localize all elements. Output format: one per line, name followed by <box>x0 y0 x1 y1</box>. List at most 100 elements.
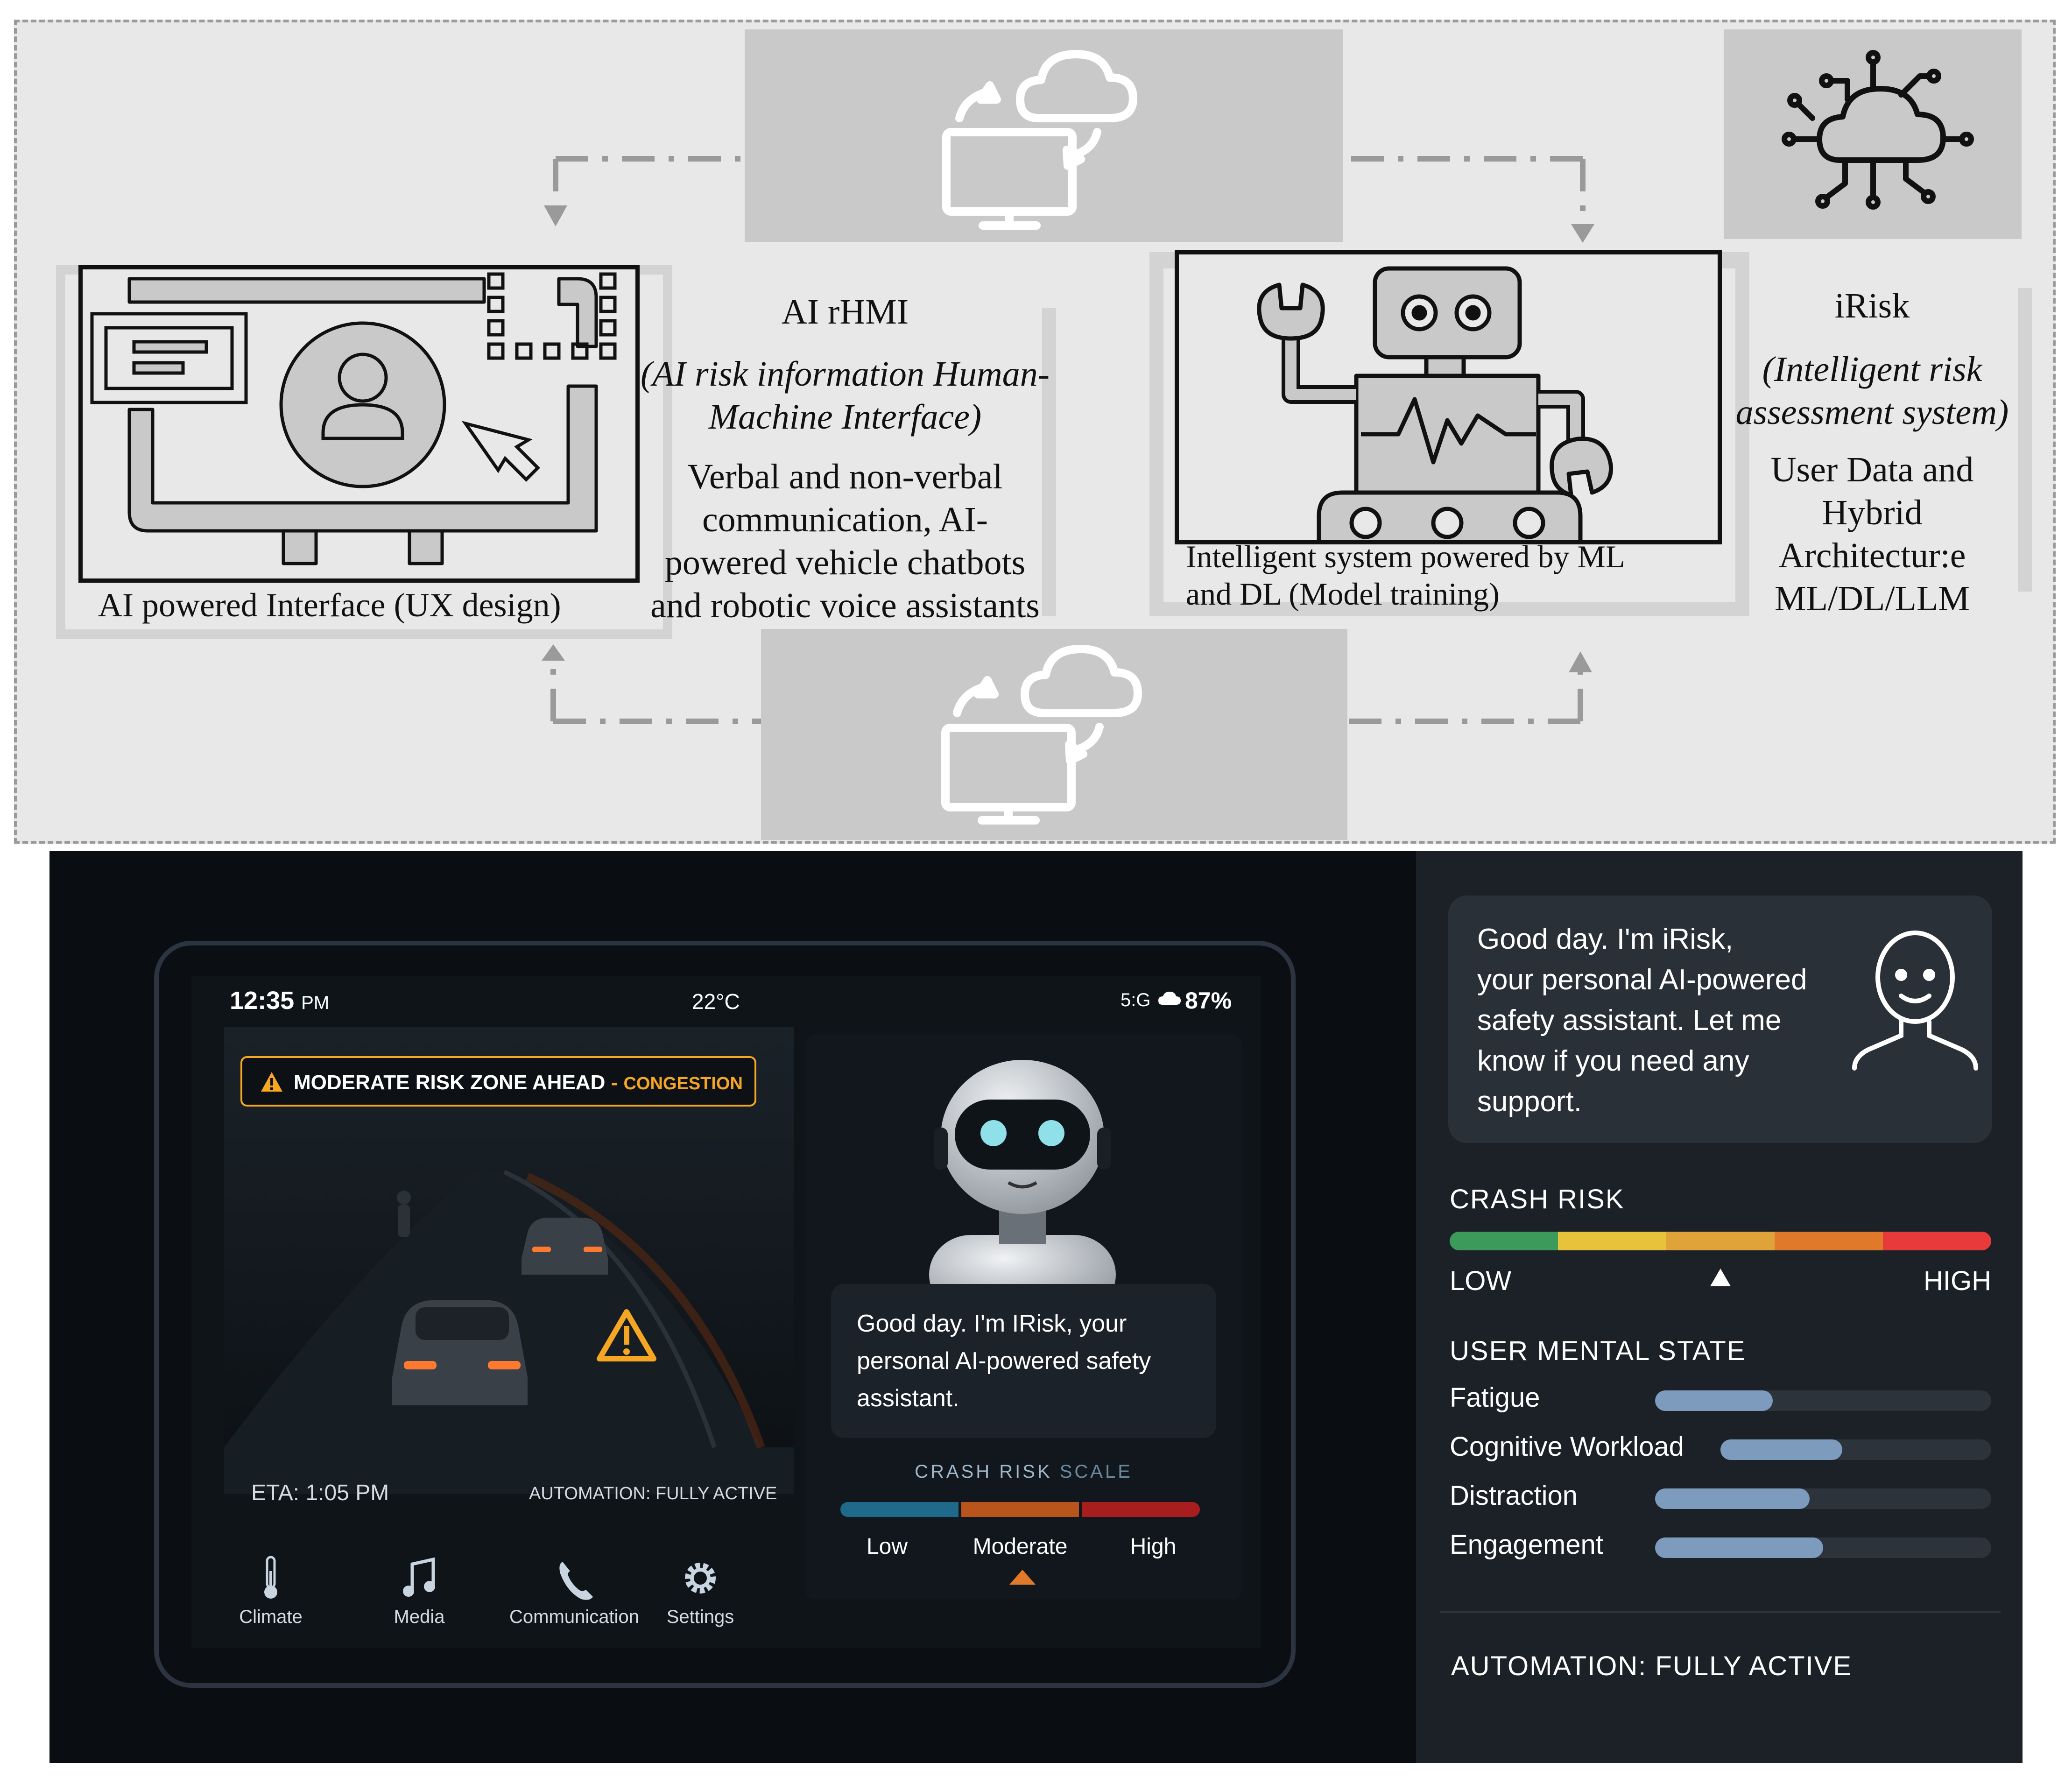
assistant-pane: Good day. I'm IRisk, your personal AI-po… <box>805 1034 1242 1599</box>
rhmi-subtitle-line2: Machine Interface) <box>708 397 982 437</box>
scale-segment-moderate <box>961 1502 1079 1517</box>
phone-icon <box>559 1562 593 1600</box>
mental-state-metrics: Fatigue Cognitive Workload Distraction E… <box>1450 1382 1991 1587</box>
risk-high-label: HIGH <box>1924 1266 1991 1296</box>
nav-media[interactable]: Media <box>382 1555 457 1628</box>
ux-monitor-frame <box>78 265 640 583</box>
nav-media-label: Media <box>394 1607 445 1627</box>
scale-title: CRASH RISK SCALE <box>805 1461 1242 1482</box>
metric-fill-distraction <box>1655 1488 1810 1509</box>
assistant-message-line1: Good day. I'm IRisk, your <box>857 1310 1127 1337</box>
greeting-line4: know if you need any <box>1477 1045 1749 1077</box>
rhmi-desc-line4: and robotic voice assistants <box>650 586 1040 625</box>
metric-label-distraction: Distraction <box>1450 1481 1578 1511</box>
robot-caption-line1: Intelligent system powered by ML <box>1186 539 1625 574</box>
vehicle-near <box>392 1300 528 1405</box>
bottom-sync-block <box>761 629 1347 840</box>
irisk-desc-line2: Hybrid <box>1822 493 1923 532</box>
metric-track-fatigue <box>1655 1390 1991 1411</box>
assistant-message-line2: personal AI-powered safety <box>857 1347 1151 1375</box>
nav-climate[interactable]: Climate <box>233 1555 308 1628</box>
rhmi-subtitle: (AI risk information Human- Machine Inte… <box>621 353 1069 438</box>
battery-level: 87% <box>1185 987 1232 1014</box>
nav-settings[interactable]: Settings <box>654 1555 747 1628</box>
scale-segment-high <box>1082 1502 1200 1517</box>
risk-alert-banner: MODERATE RISK ZONE AHEAD - CONGESTION <box>240 1056 756 1107</box>
crash-risk-label: CRASH RISK <box>1450 1184 1625 1214</box>
cloud-status-icon <box>1158 991 1181 1007</box>
alert-text: MODERATE RISK ZONE AHEAD - CONGESTION <box>294 1071 743 1094</box>
irisk-desc-line1: User Data and <box>1770 450 1974 489</box>
risk-low-label: LOW <box>1450 1266 1512 1296</box>
ux-caption: AI powered Interface (UX design) <box>98 586 561 624</box>
rhmi-subtitle-line1: (AI risk information Human- <box>640 354 1050 394</box>
clock-ampm: PM <box>301 993 330 1013</box>
alert-separator: - <box>605 1071 624 1094</box>
irisk-subtitle-line1: (Intelligent risk <box>1762 350 1982 389</box>
automation-status-screen: AUTOMATION: FULLY ACTIVE <box>529 1484 777 1503</box>
greeting-line3: safety assistant. Let me <box>1477 1004 1782 1037</box>
temperature-readout: 22°C <box>692 989 740 1014</box>
irisk-divider <box>2018 288 2032 592</box>
gear-icon <box>685 1563 716 1594</box>
crash-risk-scale-bar <box>840 1502 1200 1517</box>
rhmi-desc-line3: powered vehicle chatbots <box>664 543 1026 582</box>
scale-title-a: CRASH RISK <box>915 1461 1052 1482</box>
clock: 12:35 PM <box>230 986 329 1015</box>
greeting-card: Good day. I'm iRisk, your personal AI-po… <box>1448 896 1992 1143</box>
robot-caption: Intelligent system powered by ML and DL … <box>1186 538 1727 613</box>
alert-detail: CONGESTION <box>623 1074 743 1093</box>
scale-label-moderate: Moderate <box>973 1534 1068 1559</box>
rhmi-desc-line1: Verbal and non-verbal <box>687 457 1003 496</box>
crash-risk-gradient-bar <box>1450 1232 1991 1250</box>
scale-title-b: SCALE <box>1059 1461 1133 1482</box>
robot-frame <box>1175 250 1722 544</box>
greeting-line2: your personal AI-powered <box>1477 964 1807 996</box>
eta-readout: ETA: 1:05 PM <box>251 1481 389 1505</box>
cloud-sync-icon-bottom <box>941 645 1142 825</box>
music-note-icon <box>403 1557 435 1597</box>
network-status: 5:G <box>1121 990 1151 1010</box>
nav-communication[interactable]: Communication <box>504 1555 644 1628</box>
cloud-sync-icon <box>942 50 1137 230</box>
ux-monitor-icon <box>90 272 617 565</box>
metric-fill-cognitive-workload <box>1720 1439 1842 1460</box>
scale-indicator-arrow <box>1009 1570 1036 1585</box>
alert-main: MODERATE RISK ZONE AHEAD <box>294 1071 606 1094</box>
metric-label-cognitive-workload: Cognitive Workload <box>1450 1431 1684 1462</box>
cloud-network-icon <box>1782 50 1974 210</box>
greeting-line5: support. <box>1477 1086 1582 1118</box>
metric-label-engagement: Engagement <box>1450 1530 1603 1560</box>
arrowhead-up-right <box>1569 651 1592 672</box>
rhmi-desc-line2: communication, AI- <box>702 500 988 539</box>
irisk-subtitle: (Intelligent risk assessment system) <box>1727 348 2017 434</box>
nav-bar: Climate Media Communication Settings <box>224 1541 794 1643</box>
arrowhead-down-left <box>544 205 567 226</box>
vehicle-far <box>522 1218 608 1275</box>
user-avatar-icon <box>1852 931 1978 1071</box>
metric-track-cognitive-workload <box>1720 1439 1991 1460</box>
metric-label-fatigue: Fatigue <box>1450 1382 1540 1413</box>
irisk-description: User Data and Hybrid Architectur:e ML/DL… <box>1727 448 2017 620</box>
assistant-message: Good day. I'm IRisk, your personal AI-po… <box>857 1305 1151 1417</box>
robot-caption-line2: and DL (Model training) <box>1186 576 1500 612</box>
irisk-cloud-block <box>1724 29 2022 239</box>
nav-communication-label: Communication <box>509 1607 639 1627</box>
irisk-desc-line4: ML/DL/LLM <box>1775 579 1970 618</box>
scale-labels: Low Moderate High <box>840 1534 1200 1559</box>
mental-state-label: USER MENTAL STATE <box>1450 1336 1746 1366</box>
assistant-message-line3: assistant. <box>857 1385 959 1412</box>
rhmi-title: AI rHMI <box>781 292 909 331</box>
metric-track-engagement <box>1655 1537 1991 1558</box>
rhmi-description: Verbal and non-verbal communication, AI-… <box>621 455 1069 627</box>
side-divider <box>1440 1611 2001 1613</box>
irisk-title: iRisk <box>1834 286 1910 325</box>
nav-climate-label: Climate <box>239 1607 303 1627</box>
robot-icon <box>1257 266 1613 540</box>
greeting-text: Good day. I'm iRisk, your personal AI-po… <box>1477 919 1807 1122</box>
irisk-subtitle-line2: assessment system) <box>1735 393 2009 432</box>
metric-track-distraction <box>1655 1488 1991 1509</box>
scale-segment-low <box>840 1502 958 1517</box>
automation-status-side: AUTOMATION: FULLY ACTIVE <box>1451 1651 1853 1681</box>
greeting-line1: Good day. I'm iRisk, <box>1477 923 1734 955</box>
